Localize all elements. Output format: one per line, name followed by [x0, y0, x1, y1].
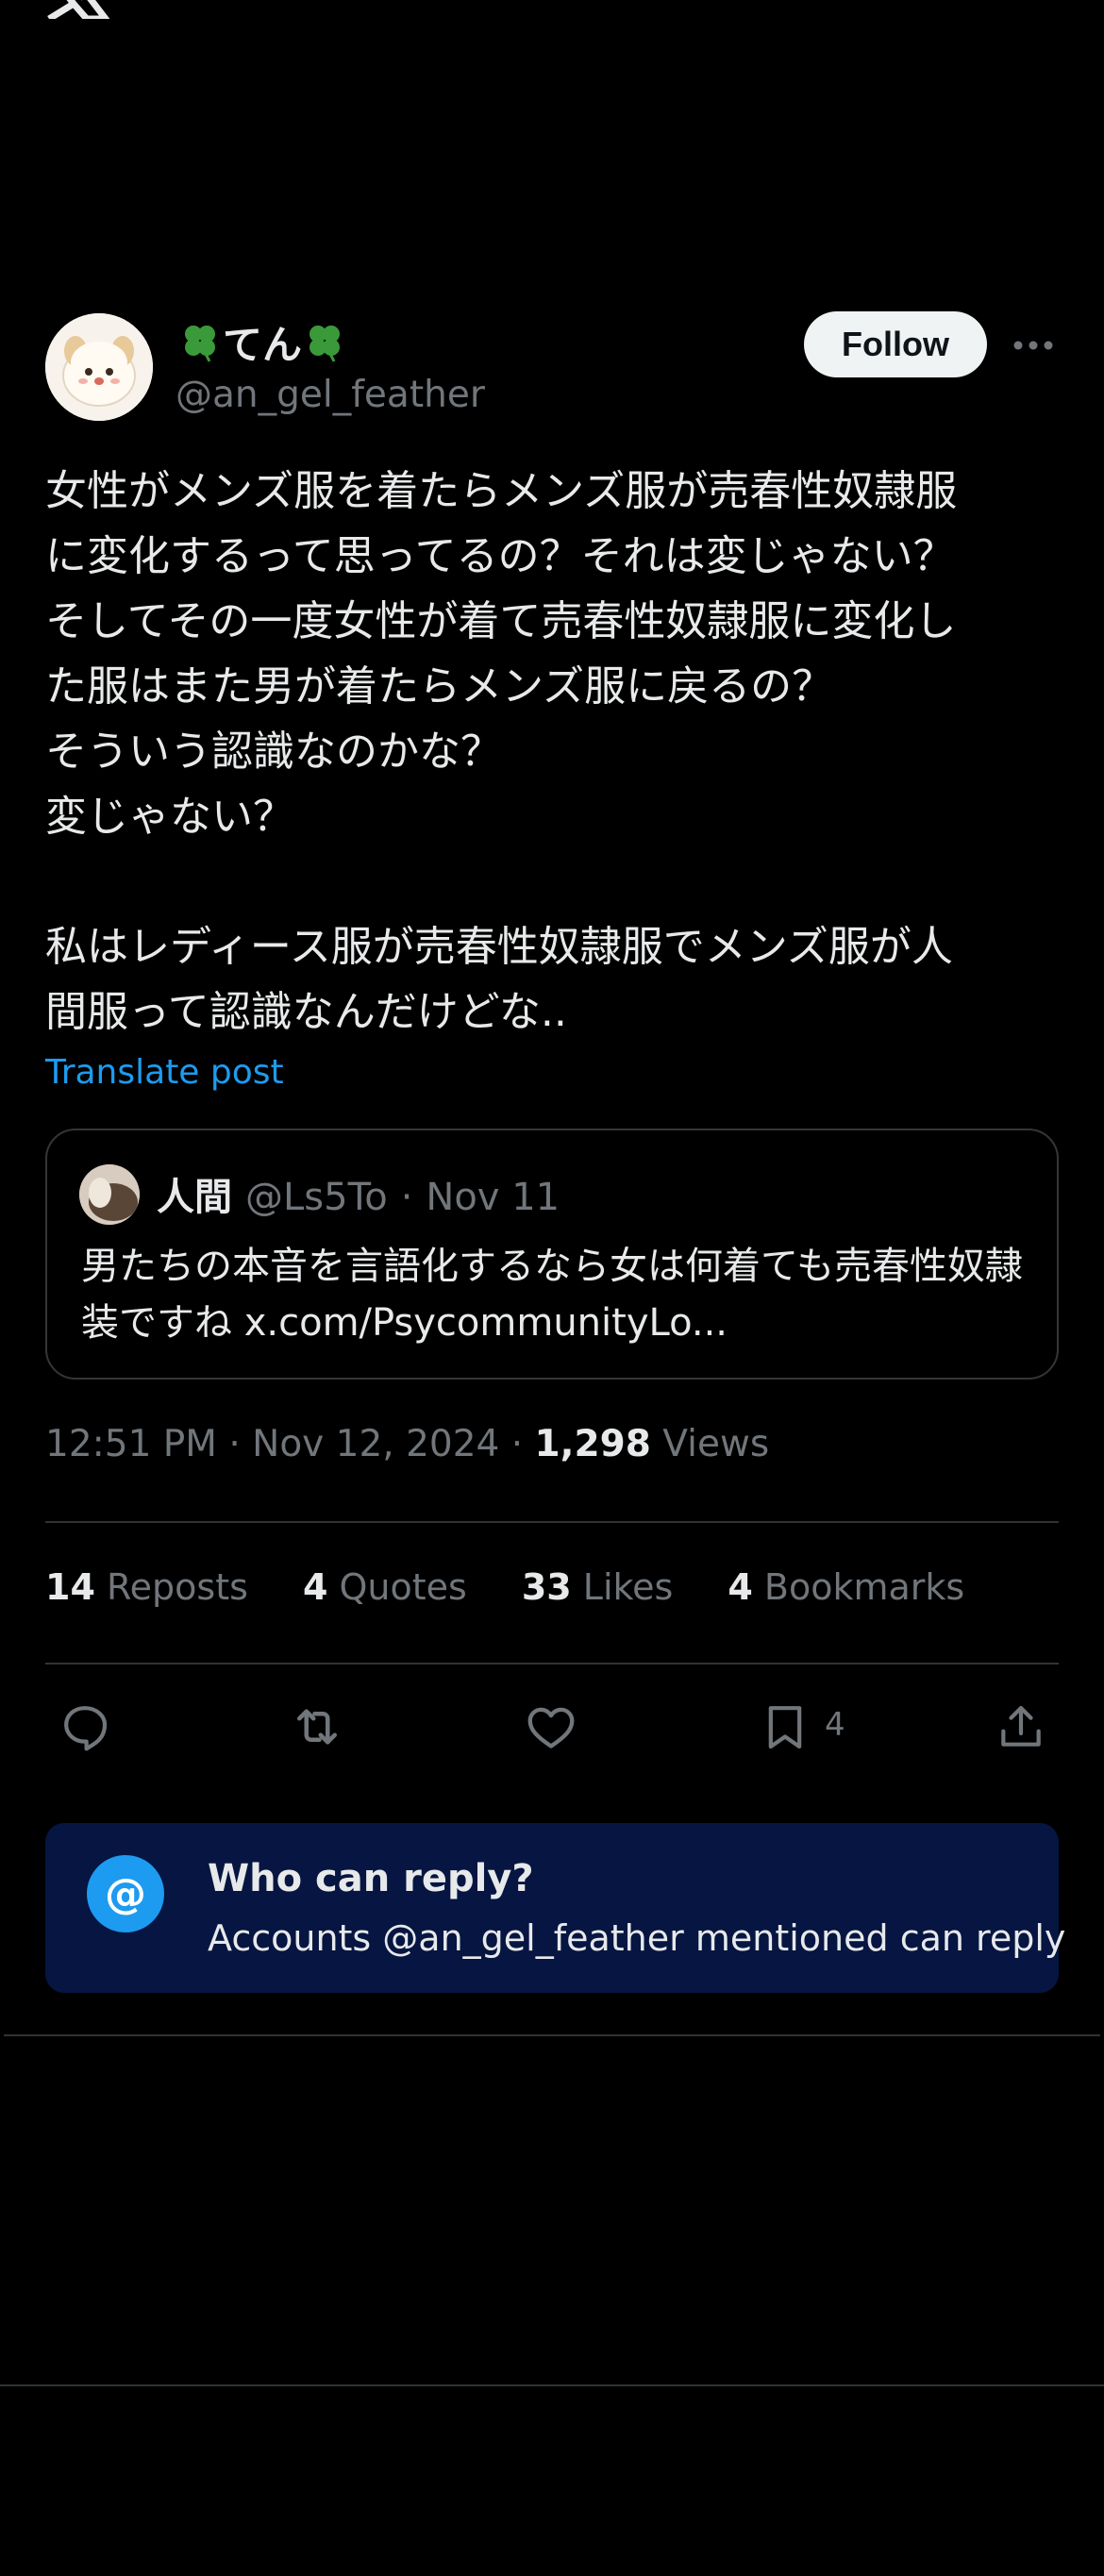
clover-icon — [309, 325, 341, 362]
who-can-reply-banner: @ Who can reply? Accounts @an_gel_feathe… — [45, 1823, 1065, 1993]
follow-button[interactable]: Follow — [804, 311, 987, 377]
translate-post-link[interactable]: Translate post — [45, 1053, 284, 1092]
divider — [45, 1663, 1059, 1664]
clover-icon — [185, 325, 215, 362]
quote-header: 人間 @Ls5To · Nov 11 — [157, 1166, 560, 1221]
reply-icon[interactable] — [55, 1697, 115, 1757]
quote-avatar — [79, 1164, 140, 1225]
share-icon[interactable] — [991, 1697, 1051, 1757]
quote-text: 男たちの本音を言語化するなら女は何着ても売春性奴隷装ですね x.com/Psyc… — [81, 1245, 1023, 1345]
who-can-reply-subtitle: Accounts @an_gel_feather mentioned can r… — [208, 1917, 1066, 1959]
x-logo-icon[interactable] — [45, 0, 109, 19]
reposts-stat[interactable]: 14 Reposts — [45, 1566, 248, 1608]
likes-stat[interactable]: 33 Likes — [522, 1566, 674, 1608]
quotes-stat[interactable]: 4 Quotes — [303, 1566, 467, 1608]
like-icon[interactable] — [521, 1697, 581, 1757]
avatar[interactable] — [45, 313, 153, 421]
quote-date: Nov 11 — [426, 1176, 560, 1219]
views-count: 1,298 — [534, 1423, 651, 1465]
more-icon[interactable] — [1010, 326, 1057, 364]
post-meta: 12:51 PM · Nov 12, 2024 · 1,298 Views — [45, 1423, 769, 1465]
quote-author-name: 人間 — [157, 1176, 232, 1219]
post-text: 女性がメンズ服を着たらメンズ服が売春性奴隷服 に変化するって思ってるの？それは変… — [45, 467, 958, 1036]
post-timestamp[interactable]: 12:51 PM · Nov 12, 2024 · — [45, 1423, 535, 1465]
display-name-row[interactable]: てん — [177, 313, 347, 371]
at-icon: @ — [87, 1855, 164, 1932]
action-bar: 4 — [45, 1697, 1059, 1757]
quoted-post[interactable]: 人間 @Ls5To · Nov 11 男たちの本音を言語化するなら女は何着ても売… — [45, 1129, 1059, 1380]
author-handle[interactable]: @an_gel_feather — [176, 374, 485, 416]
views-label: Views — [650, 1423, 770, 1465]
bookmarks-stat[interactable]: 4 Bookmarks — [728, 1566, 964, 1608]
display-name[interactable]: てん — [223, 313, 302, 371]
bookmark-icon[interactable] — [755, 1697, 815, 1757]
who-can-reply-title: Who can reply? — [208, 1857, 534, 1900]
quote-author-handle: @Ls5To — [245, 1176, 388, 1219]
engagement-stats: 14 Reposts 4 Quotes 33 Likes 4 Bookmarks — [45, 1566, 964, 1608]
quote-separator: · — [400, 1176, 413, 1219]
divider — [4, 2034, 1100, 2036]
divider — [0, 2384, 1104, 2386]
bookmark-count: 4 — [825, 1706, 845, 1744]
divider — [45, 1521, 1059, 1523]
repost-icon[interactable] — [287, 1697, 347, 1757]
post-author: てん @an_gel_feather Follow — [45, 311, 1057, 421]
